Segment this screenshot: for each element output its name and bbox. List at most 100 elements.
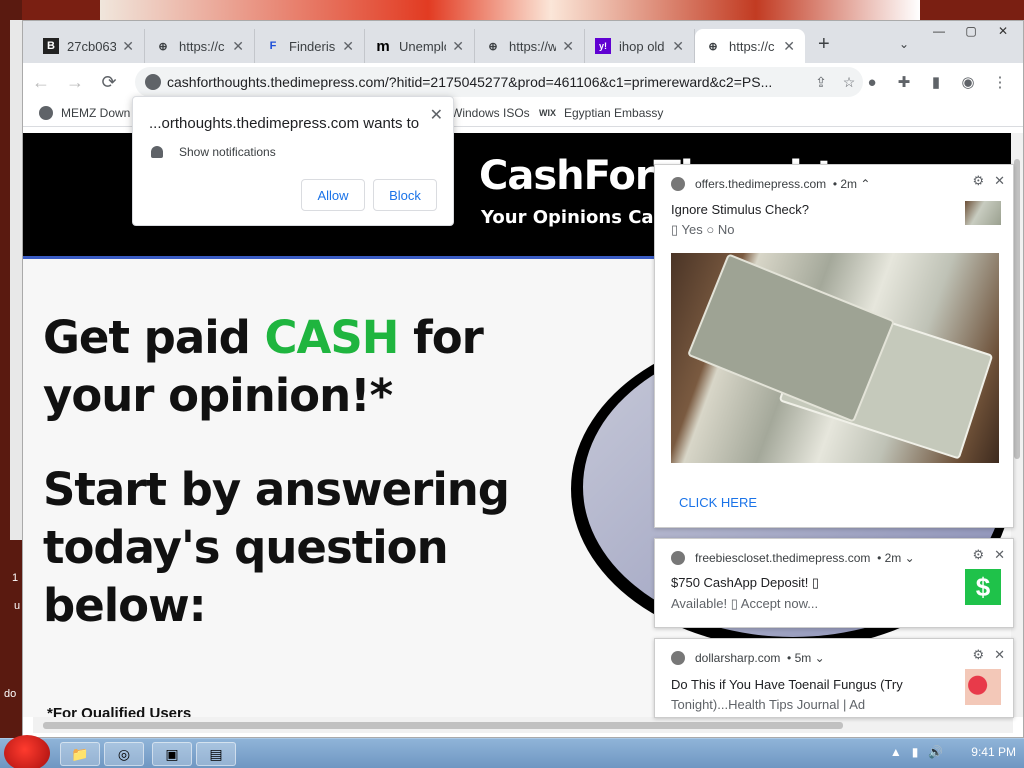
window-taskbar-icon[interactable]: ▤ (196, 742, 236, 766)
close-tab-icon[interactable]: ✕ (562, 38, 574, 55)
close-icon[interactable]: ✕ (994, 547, 1005, 563)
volume-icon[interactable]: 🔊 (928, 745, 943, 759)
reload-button[interactable]: ⟳ (93, 66, 125, 98)
profile-flag-icon[interactable]: ● (857, 67, 887, 97)
tab-title: Finderish (289, 38, 336, 54)
tab-title: https://c (179, 38, 225, 54)
notification-thumbnail (965, 201, 1001, 225)
notification-source: dollarsharp.com (695, 651, 781, 665)
notification-source: offers.thedimepress.com (695, 177, 827, 191)
tab-title: ihop old (619, 38, 665, 54)
money-image (671, 253, 999, 463)
globe-icon (39, 106, 53, 120)
chrome-icon (671, 651, 685, 665)
tab-5[interactable]: ⊕ https://w ✕ (475, 29, 585, 63)
close-tab-icon[interactable]: ✕ (342, 38, 354, 55)
gear-icon[interactable]: ⚙ (972, 647, 984, 663)
click-here-button[interactable]: CLICK HERE (679, 495, 757, 510)
tab-search-button[interactable]: ⌄ (899, 37, 909, 51)
notification-permission-prompt: ...orthoughts.thedimepress.com wants to … (132, 96, 454, 226)
chevron-down-icon[interactable]: ⌄ (905, 551, 915, 565)
prompt-title: ...orthoughts.thedimepress.com wants to (149, 115, 420, 132)
gear-icon[interactable]: ⚙ (972, 173, 984, 189)
address-bar[interactable]: cashforthoughts.thedimepress.com/?hitid=… (135, 67, 863, 97)
close-tab-icon[interactable]: ✕ (232, 38, 244, 55)
close-icon[interactable]: ✕ (430, 105, 443, 125)
tab-favicon-f: F (269, 40, 277, 52)
chevron-up-icon[interactable]: ⌃ (860, 177, 870, 191)
notification-age: • 5m (787, 651, 812, 665)
taskbar: 📁 ◎ ▣ ▤ ▲ ▮ 🔊 9:41 PM (0, 735, 1024, 768)
menu-kebab-icon[interactable]: ⋮ (985, 67, 1015, 97)
tab-title: https://c (729, 38, 775, 54)
notification-freebies[interactable]: freebiescloset.thedimepress.com • 2m ⌄ ⚙… (654, 538, 1014, 628)
notification-dollarsharp[interactable]: dollarsharp.com • 5m ⌄ ⚙ ✕ Do This if Yo… (654, 638, 1014, 718)
chrome-icon (671, 177, 685, 191)
close-tab-icon[interactable]: ✕ (122, 38, 134, 55)
back-button[interactable]: ← (25, 66, 57, 98)
globe-icon: ⊕ (708, 40, 718, 53)
lock-icon[interactable] (145, 74, 161, 90)
tab-2[interactable]: ⊕ https://c ✕ (145, 29, 255, 63)
gear-icon[interactable]: ⚙ (972, 547, 984, 563)
bookmark-egyptian-embassy[interactable]: WIX Egyptian Embassy (539, 106, 663, 120)
notification-source: freebiescloset.thedimepress.com (695, 551, 871, 565)
close-window-button[interactable]: ✕ (987, 21, 1019, 41)
taskbar-clock[interactable]: 9:41 PM (971, 745, 1016, 759)
profile-avatar-icon[interactable]: ◉ (953, 67, 983, 97)
close-icon[interactable]: ✕ (994, 173, 1005, 189)
close-tab-icon[interactable]: ✕ (672, 38, 684, 55)
cashapp-dollar-icon: $ (965, 569, 1001, 605)
bookmark-label: MEMZ Down (61, 106, 131, 120)
bookmark-windows-isos[interactable]: Windows ISOs (451, 106, 530, 120)
maximize-button[interactable]: ▢ (955, 21, 987, 41)
tab-7-active[interactable]: ⊕ https://c ✕ (695, 29, 805, 63)
chrome-taskbar-icon[interactable]: ◎ (104, 742, 144, 766)
file-explorer-icon[interactable]: 📁 (60, 742, 100, 766)
allow-button[interactable]: Allow (301, 179, 365, 211)
notification-options: ▯ Yes ○ No (671, 222, 735, 237)
desktop-label: do (4, 688, 17, 700)
battery-icon[interactable]: ▮ (912, 745, 919, 759)
url-text[interactable]: cashforthoughts.thedimepress.com/?hitid=… (167, 74, 807, 90)
share-icon[interactable]: ⇪ (807, 74, 835, 91)
chevron-down-icon[interactable]: ⌄ (815, 651, 825, 665)
side-panel-icon[interactable]: ▮ (921, 67, 951, 97)
start-button-angry-bird-icon[interactable] (4, 735, 50, 768)
tab-4[interactable]: m Unemplo ✕ (365, 29, 475, 63)
tab-1[interactable]: B 27cb063 ✕ (33, 29, 145, 63)
notification-age: • 2m (877, 551, 902, 565)
scroll-thumb[interactable] (1014, 159, 1020, 459)
scroll-thumb[interactable] (43, 722, 843, 729)
horizontal-scrollbar[interactable] (33, 717, 1013, 733)
notification-body: Tonight)...Health Tips Journal | Ad (671, 697, 866, 712)
tab-3[interactable]: F Finderish ✕ (255, 29, 365, 63)
desktop-label: 1 (12, 572, 19, 584)
chrome-icon (671, 551, 685, 565)
notification-title: Do This if You Have Toenail Fungus (Try (671, 677, 903, 692)
minimize-button[interactable]: — (923, 21, 955, 41)
new-tab-button[interactable]: + (818, 33, 830, 56)
notification-offers[interactable]: offers.thedimepress.com • 2m ⌃ ⚙ ✕ Ignor… (654, 164, 1014, 528)
close-icon[interactable]: ✕ (994, 647, 1005, 663)
app-taskbar-icon[interactable]: ▣ (152, 742, 192, 766)
desktop-wallpaper-top (100, 0, 920, 22)
notification-controls: ⚙ ✕ (972, 173, 1005, 189)
tray-chevron-up-icon[interactable]: ▲ (890, 745, 902, 759)
extensions-puzzle-icon[interactable]: ✚ (889, 67, 919, 97)
notification-controls: ⚙ ✕ (972, 547, 1005, 563)
notification-header: dollarsharp.com • 5m ⌄ (671, 651, 825, 665)
block-button[interactable]: Block (373, 179, 437, 211)
dollar-bill-shape (686, 253, 896, 423)
tab-6[interactable]: y! ihop old ✕ (585, 29, 695, 63)
tab-strip: B 27cb063 ✕ ⊕ https://c ✕ F Finderish ✕ … (23, 21, 1023, 63)
close-tab-icon[interactable]: ✕ (783, 38, 795, 55)
prompt-permission-label: Show notifications (179, 145, 276, 159)
bookmark-memz[interactable]: MEMZ Down (39, 106, 130, 120)
close-tab-icon[interactable]: ✕ (452, 38, 464, 55)
forward-button[interactable]: → (59, 66, 91, 98)
page-headline: Get paid CASH for your opinion!* (43, 309, 523, 425)
tab-title: https://w (509, 38, 557, 54)
desktop-label: u (14, 600, 21, 612)
qualified-footnote: *For Qualified Users (47, 705, 192, 717)
